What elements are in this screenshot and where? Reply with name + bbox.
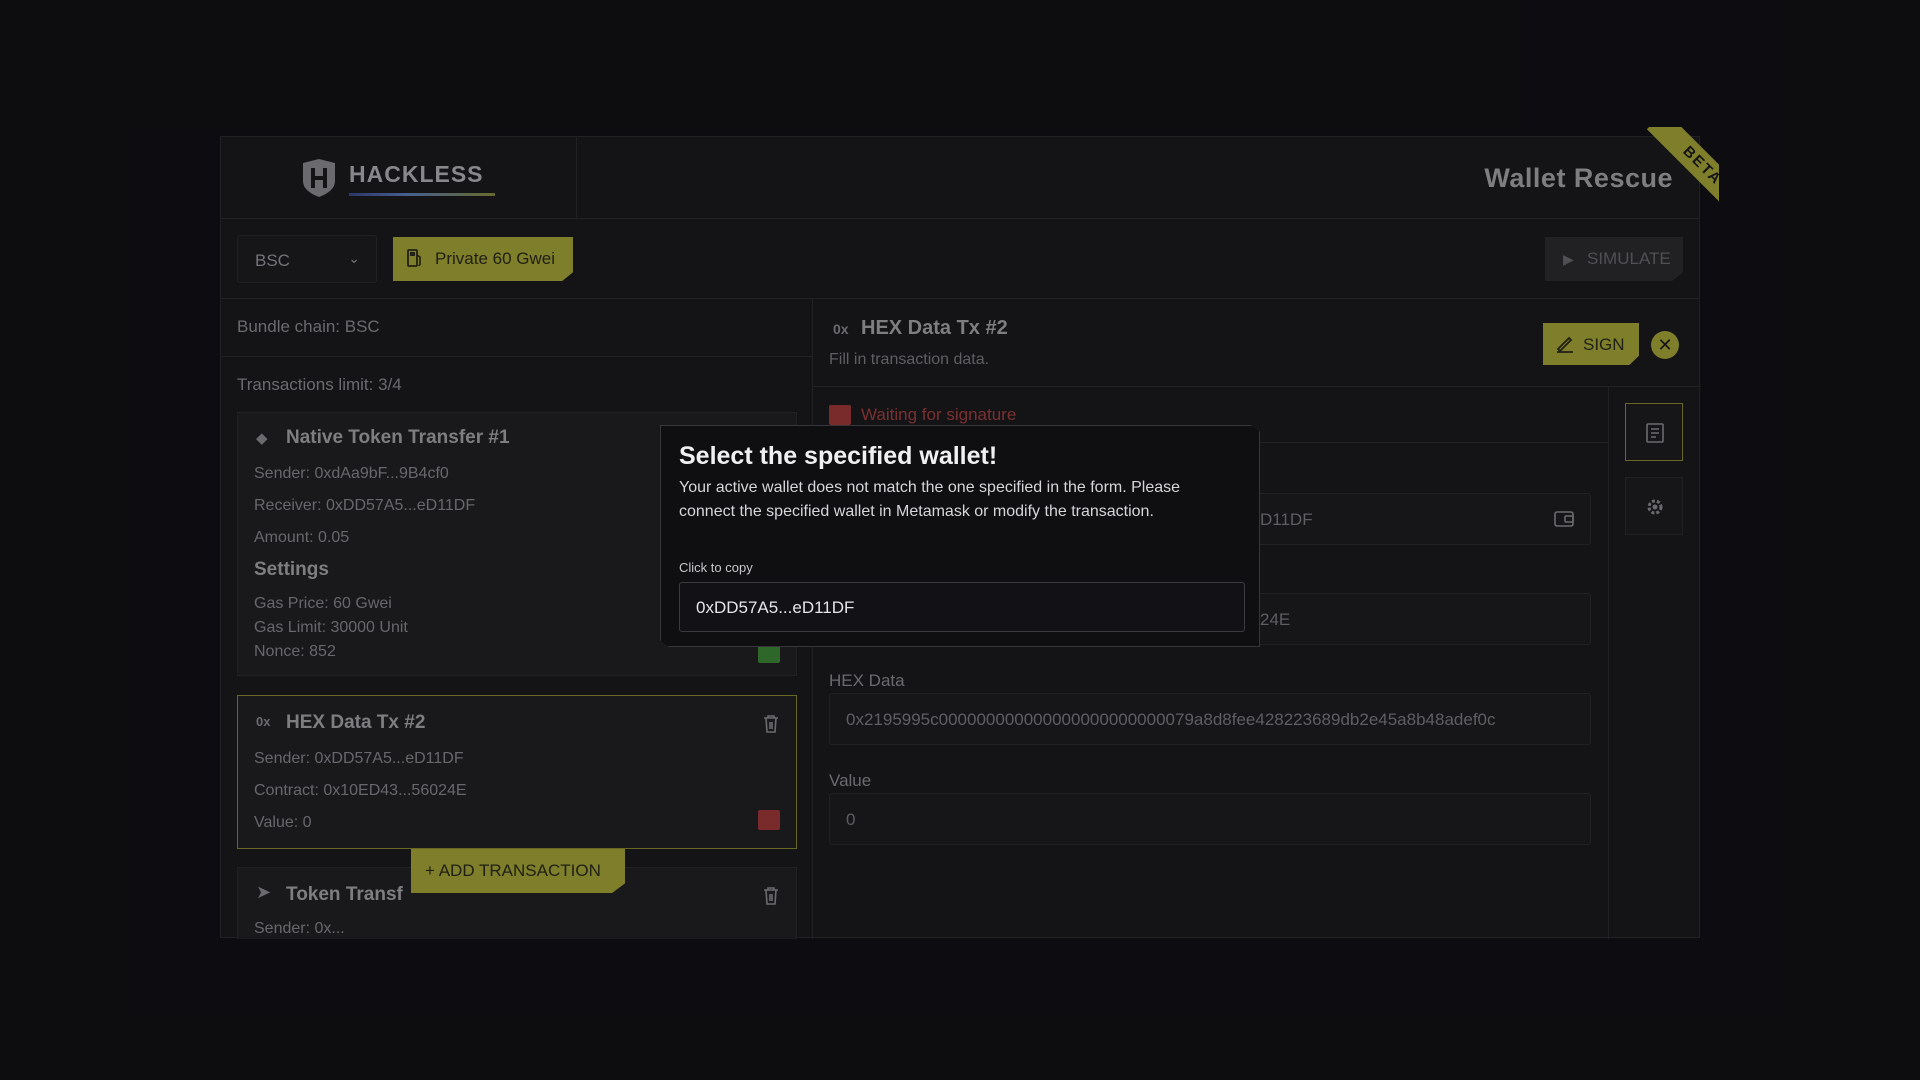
wallet-mismatch-modal: Select the specified wallet! Your active…: [660, 425, 1260, 647]
copy-address-value: 0xDD57A5...eD11DF: [696, 598, 855, 617]
copy-label: Click to copy: [679, 560, 753, 575]
modal-message: Your active wallet does not match the on…: [679, 479, 1181, 520]
copy-address-field[interactable]: 0xDD57A5...eD11DF: [679, 582, 1245, 632]
modal-title: Select the specified wallet!: [679, 442, 998, 470]
